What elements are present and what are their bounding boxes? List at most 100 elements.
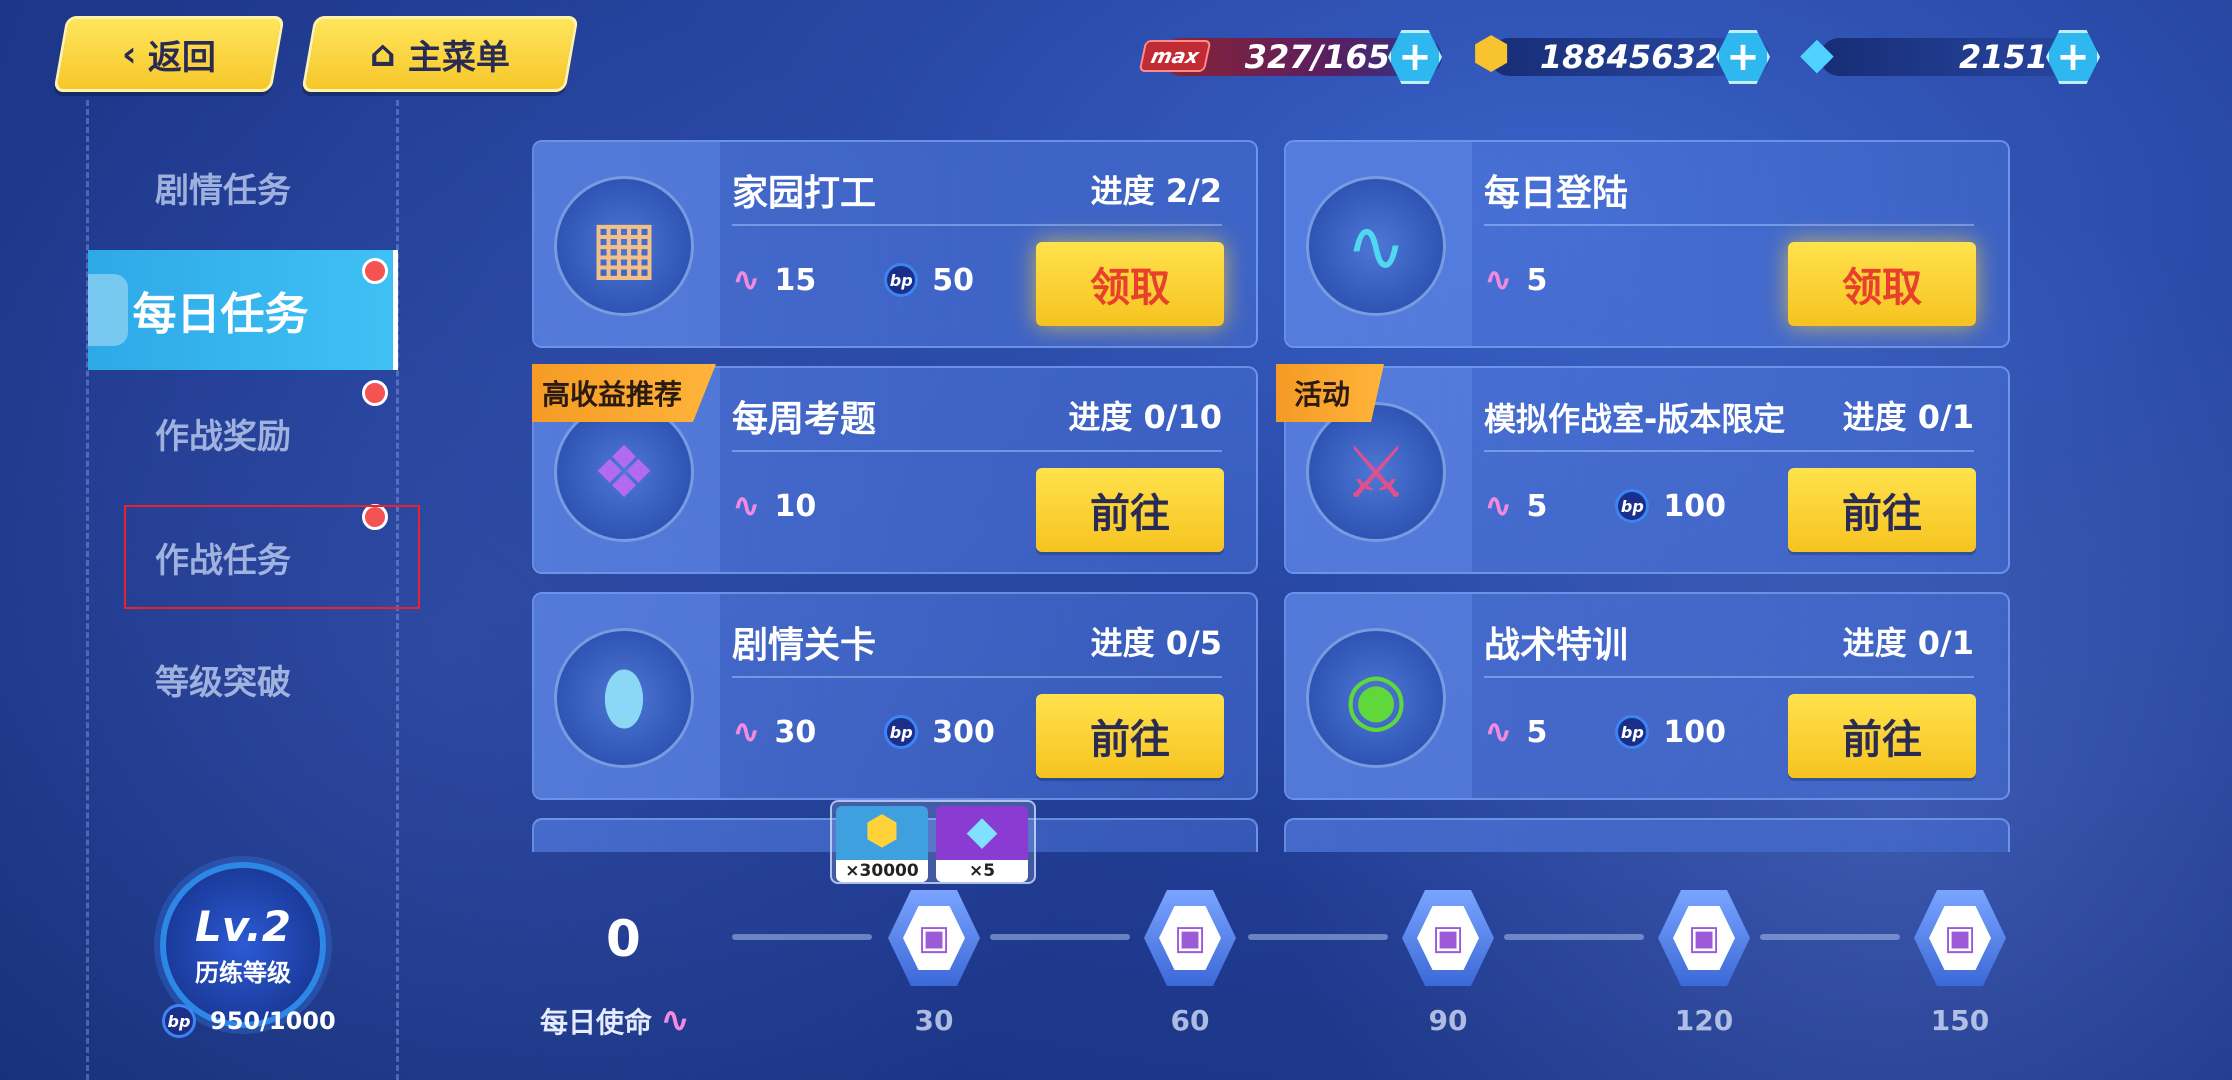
blue-crystal-icon: ◆ ×5 bbox=[936, 806, 1028, 882]
milestone-chest[interactable]: ▣ bbox=[888, 890, 980, 986]
task-rewards: ∿ 30 bp 300 bbox=[732, 712, 995, 752]
daily-mission-label-row: 每日使命 ∿ bbox=[540, 1000, 690, 1041]
task-card: ▦ 家园打工 进度 2/2 ∿ 15 bp 50 领取 bbox=[532, 140, 1258, 348]
notification-dot bbox=[362, 380, 388, 406]
milestone-chest[interactable]: ▣ bbox=[1402, 890, 1494, 986]
activity-pulse-icon: ∿ bbox=[732, 260, 761, 300]
sidebar-item-label: 等级突破 bbox=[155, 662, 291, 703]
activity-value: 5 bbox=[1526, 262, 1548, 298]
task-progress: 进度 0/5 bbox=[1090, 624, 1222, 662]
sidebar-item-level-breakthrough[interactable]: 等级突破 bbox=[88, 634, 398, 724]
divider bbox=[1484, 676, 1974, 678]
activity-pulse-icon: ∿ bbox=[1484, 260, 1513, 300]
activity-value: 15 bbox=[774, 262, 817, 298]
go-button[interactable]: 前往 bbox=[1788, 468, 1976, 552]
go-button[interactable]: 前往 bbox=[1788, 694, 1976, 778]
divider bbox=[732, 224, 1222, 226]
milestone-label: 150 bbox=[1930, 1004, 1990, 1037]
pulse-icon: ∿ bbox=[1306, 176, 1446, 316]
progress-track bbox=[1248, 934, 1388, 940]
blue-crystal-icon: ◆ bbox=[1800, 28, 1834, 79]
gold-coin-icon: ⬢ bbox=[1472, 28, 1511, 79]
bp-reward-value: 300 bbox=[932, 714, 995, 750]
activity-pulse-icon: ∿ bbox=[732, 712, 761, 752]
task-rewards: ∿ 10 bbox=[732, 486, 816, 526]
chest-icon: ▣ bbox=[1929, 906, 1991, 970]
main-menu-button[interactable]: ⌂ 主菜单 bbox=[301, 16, 579, 92]
activity-value: 5 bbox=[1526, 488, 1548, 524]
activity-value: 10 bbox=[774, 488, 817, 524]
divider bbox=[732, 676, 1222, 678]
task-title: 剧情关卡 bbox=[732, 625, 877, 666]
progress-track bbox=[1504, 934, 1644, 940]
milestone-label: 120 bbox=[1674, 1004, 1734, 1037]
chest-icon: ▣ bbox=[1417, 906, 1479, 970]
bp-value: 950/1000 bbox=[210, 1007, 336, 1035]
bp-icon: bp bbox=[884, 715, 919, 749]
selection-highlight-box bbox=[124, 505, 420, 609]
sidebar-item-story-tasks[interactable]: 剧情任务 bbox=[88, 142, 398, 232]
task-rewards: ∿ 15 bp 50 bbox=[732, 260, 974, 300]
bp-reward-value: 100 bbox=[1663, 714, 1726, 750]
max-tag: max bbox=[1138, 40, 1212, 72]
bp-icon: bp bbox=[1615, 489, 1650, 523]
activity-pulse-icon: ∿ bbox=[660, 1000, 691, 1041]
task-card-partial bbox=[1284, 818, 2010, 852]
task-progress: 进度 0/10 bbox=[1068, 398, 1222, 436]
task-progress: 进度 0/1 bbox=[1842, 398, 1974, 436]
bp-reward-value: 50 bbox=[932, 262, 974, 298]
go-button[interactable]: 前往 bbox=[1036, 468, 1224, 552]
sidebar-item-label: 作战奖励 bbox=[155, 416, 291, 457]
task-title: 每周考题 bbox=[732, 399, 877, 440]
sidebar-item-combat-rewards[interactable]: 作战奖励 bbox=[88, 388, 398, 478]
task-card: ⬮ 剧情关卡 进度 0/5 ∿ 30 bp 300 前往 bbox=[532, 592, 1258, 800]
crystal-icon: ❖ bbox=[554, 402, 694, 542]
activity-pulse-icon: ∿ bbox=[1484, 712, 1513, 752]
egg-icon: ⬮ bbox=[554, 628, 694, 768]
go-button[interactable]: 前往 bbox=[1036, 694, 1224, 778]
task-card: ⚔ 活动 模拟作战室-版本限定 进度 0/1 ∿ 5 bp 100 前往 bbox=[1276, 364, 2010, 574]
task-rewards: ∿ 5 bbox=[1484, 260, 1547, 300]
progress-track bbox=[1760, 934, 1900, 940]
task-card: ❖ 高收益推荐 每周考题 进度 0/10 ∿ 10 前往 bbox=[532, 364, 1258, 574]
bp-icon: bp bbox=[1615, 715, 1650, 749]
claim-button[interactable]: 领取 bbox=[1036, 242, 1224, 326]
claim-button[interactable]: 领取 bbox=[1788, 242, 1976, 326]
task-title: 家园打工 bbox=[732, 173, 877, 214]
back-button[interactable]: ‹ 返回 bbox=[53, 16, 285, 92]
milestone-label: 90 bbox=[1428, 1004, 1468, 1037]
activity-value: 5 bbox=[1526, 714, 1548, 750]
divider bbox=[732, 450, 1222, 452]
sidebar-item-daily-tasks[interactable]: 每日任务 bbox=[88, 250, 398, 370]
milestone-chest[interactable]: ▣ bbox=[1914, 890, 2006, 986]
gold-coin-icon: ⬢ ×30000 bbox=[836, 806, 928, 882]
weapon-icon: ⚔ bbox=[1306, 402, 1446, 542]
activity-value: 30 bbox=[774, 714, 817, 750]
task-card: ∿ 每日登陆 ∿ 5 领取 bbox=[1284, 140, 2010, 348]
gold-bar: ⬢ 18845632 + bbox=[1472, 28, 1770, 84]
level-label: 历练等级 bbox=[195, 959, 291, 987]
bp-icon: bp bbox=[884, 263, 919, 297]
milestone-chest[interactable]: ▣ bbox=[1658, 890, 1750, 986]
activity-pulse-icon: ∿ bbox=[732, 486, 761, 526]
sidebar-item-label: 每日任务 bbox=[132, 289, 309, 340]
task-title: 每日登陆 bbox=[1484, 173, 1629, 214]
daily-mission-label: 每日使命 bbox=[540, 1005, 653, 1039]
progress-track bbox=[990, 934, 1130, 940]
bp-icon: bp bbox=[162, 1004, 196, 1038]
task-list[interactable]: ▦ 家园打工 进度 2/2 ∿ 15 bp 50 领取 ∿ 每日登陆 ∿ 5 领… bbox=[532, 140, 2012, 852]
progress-track bbox=[732, 934, 872, 940]
reward-quantity: ×30000 bbox=[836, 860, 928, 882]
task-card: ◉ 战术特训 进度 0/1 ∿ 5 bp 100 前往 bbox=[1284, 592, 2010, 800]
bp-progress: bp 950/1000 bbox=[162, 1004, 336, 1038]
milestone-chest[interactable]: ▣ bbox=[1144, 890, 1236, 986]
level-text: Lv.2 bbox=[195, 902, 291, 951]
home-icon: ⌂ bbox=[370, 33, 396, 75]
divider bbox=[1484, 450, 1974, 452]
divider bbox=[1484, 224, 1974, 226]
activity-pulse-icon: ∿ bbox=[1484, 486, 1513, 526]
reward-preview-popup: ⬢ ×30000 ◆ ×5 bbox=[830, 800, 1036, 884]
tab-decoration bbox=[88, 274, 128, 346]
task-progress: 进度 0/1 bbox=[1842, 624, 1974, 662]
task-title: 模拟作战室-版本限定 bbox=[1484, 400, 1786, 438]
